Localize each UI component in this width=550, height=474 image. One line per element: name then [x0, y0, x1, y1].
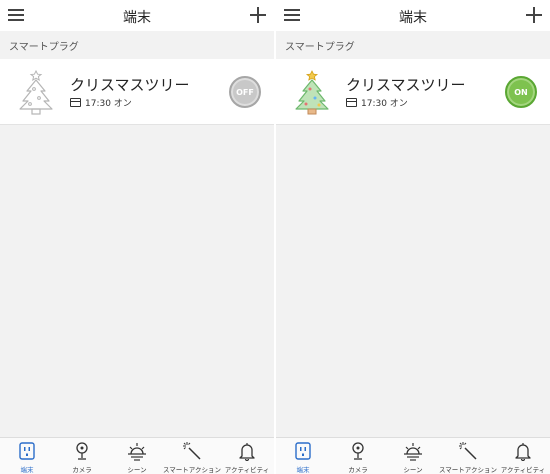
- screen-on-state: 端末 スマートプラグ クリスマスツリー 17:30 オン ON 端末 カメラ シ…: [276, 0, 550, 474]
- device-card[interactable]: クリスマスツリー 17:30 オン OFF: [0, 59, 274, 125]
- camera-icon: [352, 442, 364, 460]
- add-device-icon[interactable]: [250, 7, 266, 23]
- calendar-icon: [346, 98, 357, 107]
- tab-scenes[interactable]: シーン: [386, 438, 440, 474]
- schedule-text: 17:30 オン: [361, 99, 408, 109]
- device-card[interactable]: クリスマスツリー 17:30 オン ON: [276, 59, 550, 125]
- page-title: 端末: [123, 10, 151, 26]
- calendar-icon: [70, 98, 81, 107]
- sunrise-icon: [404, 443, 422, 461]
- tab-scenes[interactable]: シーン: [110, 438, 164, 474]
- schedule-info: 17:30 オン: [346, 96, 408, 109]
- magic-wand-icon: [183, 442, 201, 460]
- tab-camera[interactable]: カメラ: [331, 438, 385, 474]
- page-title: 端末: [399, 10, 427, 26]
- add-device-icon[interactable]: [526, 7, 542, 23]
- tab-label: アクティビティ: [224, 466, 270, 474]
- schedule-text: 17:30 オン: [85, 99, 132, 109]
- tab-smart-actions[interactable]: スマートアクション: [439, 438, 497, 474]
- section-label: スマートプラグ: [9, 42, 79, 53]
- christmas-tree-icon: [19, 69, 53, 115]
- header: 端末: [276, 0, 550, 31]
- device-name: クリスマスツリー: [70, 76, 190, 94]
- schedule-info: 17:30 オン: [70, 96, 132, 109]
- section-label: スマートプラグ: [285, 42, 355, 53]
- tab-bar: 端末 カメラ シーン スマートアクション アクティビティ: [276, 437, 550, 474]
- header: 端末: [0, 0, 274, 31]
- plug-icon: [295, 442, 311, 460]
- power-toggle-button[interactable]: OFF: [229, 76, 261, 108]
- tab-activity[interactable]: アクティビティ: [496, 438, 550, 474]
- plug-icon: [19, 442, 35, 460]
- power-toggle-button[interactable]: ON: [505, 76, 537, 108]
- sunrise-icon: [128, 443, 146, 461]
- magic-wand-icon: [459, 442, 477, 460]
- christmas-tree-icon: [295, 70, 329, 115]
- device-name: クリスマスツリー: [346, 76, 466, 94]
- bell-icon: [515, 443, 531, 461]
- tab-bar: 端末 カメラ シーン スマートアクション アクティビティ: [0, 437, 274, 474]
- tab-devices[interactable]: 端末: [0, 438, 54, 474]
- bell-icon: [239, 443, 255, 461]
- tab-camera[interactable]: カメラ: [55, 438, 109, 474]
- tab-activity[interactable]: アクティビティ: [220, 438, 274, 474]
- tab-label: アクティビティ: [500, 466, 546, 474]
- screen-off-state: 端末 スマートプラグ クリスマスツリー 17:30 オン OFF 端末 カメラ: [0, 0, 274, 474]
- tab-devices[interactable]: 端末: [276, 438, 330, 474]
- tab-smart-actions[interactable]: スマートアクション: [163, 438, 221, 474]
- camera-icon: [76, 442, 88, 460]
